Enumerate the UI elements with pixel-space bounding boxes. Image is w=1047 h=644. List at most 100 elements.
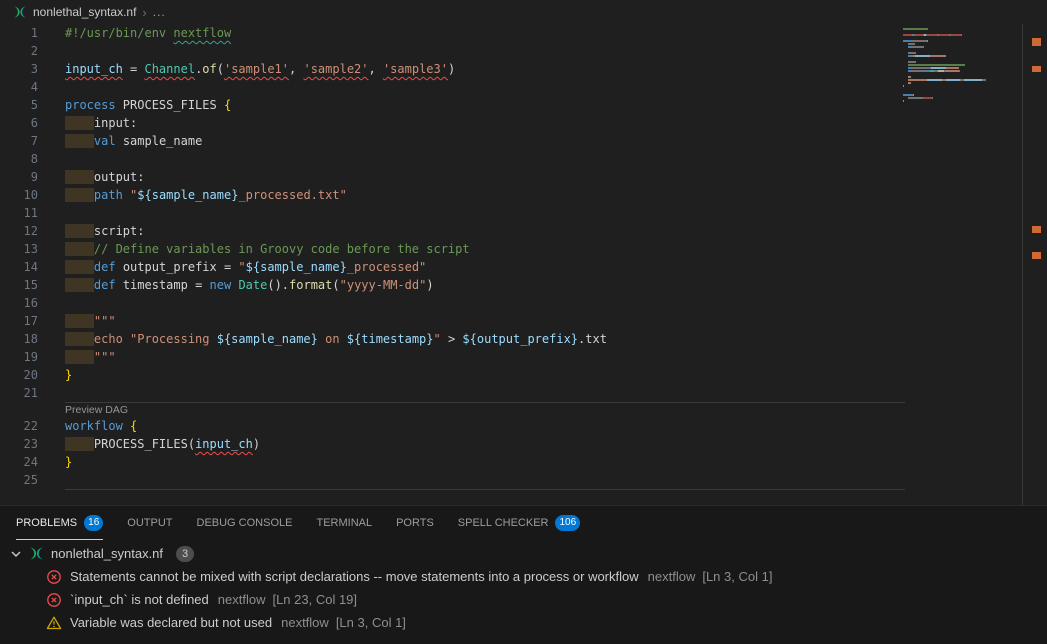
code-line[interactable]: 6 input: xyxy=(0,114,897,132)
line-number: 24 xyxy=(0,453,38,471)
line-number: 2 xyxy=(0,42,38,60)
line-number: 6 xyxy=(0,114,38,132)
code-line[interactable]: 12 script: xyxy=(0,222,897,240)
code-line[interactable]: 22workflow { xyxy=(0,417,897,435)
nextflow-file-icon xyxy=(29,546,44,561)
line-number: 5 xyxy=(0,96,38,114)
panel-tab-label: PROBLEMS xyxy=(16,517,77,529)
line-number: 20 xyxy=(0,366,38,384)
problem-message: Variable was declared but not used xyxy=(70,615,272,630)
code-line[interactable]: 1#!/usr/bin/env nextflow xyxy=(0,24,897,42)
code-line[interactable]: 4 xyxy=(0,78,897,96)
breadcrumb-separator-icon: › xyxy=(142,6,146,19)
code-lines: 1#!/usr/bin/env nextflow23input_ch = Cha… xyxy=(0,24,897,490)
line-number: 8 xyxy=(0,150,38,168)
overview-ruler-mark xyxy=(1032,252,1041,259)
indent-highlight xyxy=(65,170,94,184)
problems-file-group[interactable]: nonlethal_syntax.nf 3 xyxy=(0,542,1047,565)
code-line[interactable]: 15 def timestamp = new Date().format("yy… xyxy=(0,276,897,294)
panel-tab-label: OUTPUT xyxy=(127,517,172,529)
problem-source: nextflow xyxy=(218,592,266,607)
breadcrumb-filename[interactable]: nonlethal_syntax.nf xyxy=(33,5,136,19)
code-line[interactable]: 2 xyxy=(0,42,897,60)
problems-filename: nonlethal_syntax.nf xyxy=(51,546,163,561)
indent-highlight xyxy=(65,224,94,238)
line-number: 12 xyxy=(0,222,38,240)
problem-location: [Ln 3, Col 1] xyxy=(702,569,772,584)
line-number: 15 xyxy=(0,276,38,294)
problem-list: Statements cannot be mixed with script d… xyxy=(0,565,1047,634)
codelens-preview-dag[interactable]: Preview DAG xyxy=(65,403,897,417)
code-line[interactable]: 23 PROCESS_FILES(input_ch) xyxy=(0,435,897,453)
problems-count-badge: 3 xyxy=(176,546,194,562)
problem-source: nextflow xyxy=(281,615,329,630)
code-line[interactable]: 3input_ch = Channel.of('sample1', 'sampl… xyxy=(0,60,897,78)
indent-highlight xyxy=(65,314,94,328)
line-number: 9 xyxy=(0,168,38,186)
chevron-down-icon[interactable] xyxy=(8,546,24,562)
breadcrumb-ellipsis[interactable]: ... xyxy=(153,5,166,19)
warning-icon xyxy=(46,615,62,631)
panel-tab-ports[interactable]: PORTS xyxy=(396,506,434,540)
editor[interactable]: 1#!/usr/bin/env nextflow23input_ch = Cha… xyxy=(0,24,1047,506)
problem-row[interactable]: Statements cannot be mixed with script d… xyxy=(0,565,1047,588)
overview-ruler-mark xyxy=(1032,226,1041,233)
line-number: 22 xyxy=(0,417,38,435)
code-line[interactable]: 19 """ xyxy=(0,348,897,366)
scrollbar-overview-ruler[interactable] xyxy=(1022,24,1047,506)
section-divider xyxy=(65,489,905,490)
indent-highlight xyxy=(65,242,94,256)
overview-ruler-mark xyxy=(1032,38,1041,46)
panel-tab-terminal[interactable]: TERMINAL xyxy=(316,506,372,540)
line-number: 4 xyxy=(0,78,38,96)
error-icon xyxy=(46,592,62,608)
indent-highlight xyxy=(65,437,94,451)
code-line[interactable]: 10 path "${sample_name}_processed.txt" xyxy=(0,186,897,204)
line-number: 10 xyxy=(0,186,38,204)
line-number: 14 xyxy=(0,258,38,276)
indent-highlight xyxy=(65,350,94,364)
problem-message: Statements cannot be mixed with script d… xyxy=(70,569,639,584)
panel-tab-count-badge: 16 xyxy=(84,515,103,531)
code-line[interactable]: 25 xyxy=(0,471,897,489)
panel-tab-label: SPELL CHECKER xyxy=(458,517,549,529)
nextflow-file-icon xyxy=(13,5,27,19)
code-line[interactable]: 21 xyxy=(0,384,897,402)
panel-tab-spell-checker[interactable]: SPELL CHECKER 106 xyxy=(458,506,580,540)
line-number: 21 xyxy=(0,384,38,402)
line-number: 23 xyxy=(0,435,38,453)
panel-tab-problems[interactable]: PROBLEMS 16 xyxy=(16,506,103,540)
breadcrumb[interactable]: nonlethal_syntax.nf › ... xyxy=(0,0,1047,24)
minimap[interactable] xyxy=(903,28,1021,106)
code-line[interactable]: 24} xyxy=(0,453,897,471)
indent-highlight xyxy=(65,332,94,346)
panel-tab-debug-console[interactable]: DEBUG CONSOLE xyxy=(197,506,293,540)
overview-ruler-mark xyxy=(1032,66,1041,72)
code-line[interactable]: 16 xyxy=(0,294,897,312)
line-number: 16 xyxy=(0,294,38,312)
panel-tab-label: DEBUG CONSOLE xyxy=(197,517,293,529)
problem-row[interactable]: Variable was declared but not used nextfl… xyxy=(0,611,1047,634)
panel-tab-output[interactable]: OUTPUT xyxy=(127,506,172,540)
line-number: 1 xyxy=(0,24,38,42)
indent-highlight xyxy=(65,278,94,292)
code-line[interactable]: 13 // Define variables in Groovy code be… xyxy=(0,240,897,258)
code-line[interactable]: 18 echo "Processing ${sample_name} on ${… xyxy=(0,330,897,348)
code-line[interactable]: 8 xyxy=(0,150,897,168)
line-number: 18 xyxy=(0,330,38,348)
vscode-window: nonlethal_syntax.nf › ... 1#!/usr/bin/en… xyxy=(0,0,1047,644)
code-line[interactable]: 17 """ xyxy=(0,312,897,330)
line-number: 7 xyxy=(0,132,38,150)
code-line[interactable]: 11 xyxy=(0,204,897,222)
line-number: 11 xyxy=(0,204,38,222)
line-number: 25 xyxy=(0,471,38,489)
code-line[interactable]: 9 output: xyxy=(0,168,897,186)
panel-tab-count-badge: 106 xyxy=(555,515,580,531)
panel-tab-label: TERMINAL xyxy=(316,517,372,529)
code-line[interactable]: 14 def output_prefix = "${sample_name}_p… xyxy=(0,258,897,276)
code-line[interactable]: 20} xyxy=(0,366,897,384)
code-line[interactable]: 5process PROCESS_FILES { xyxy=(0,96,897,114)
problem-location: [Ln 3, Col 1] xyxy=(336,615,406,630)
problem-row[interactable]: `input_ch` is not definednextflow[Ln 23,… xyxy=(0,588,1047,611)
code-line[interactable]: 7 val sample_name xyxy=(0,132,897,150)
